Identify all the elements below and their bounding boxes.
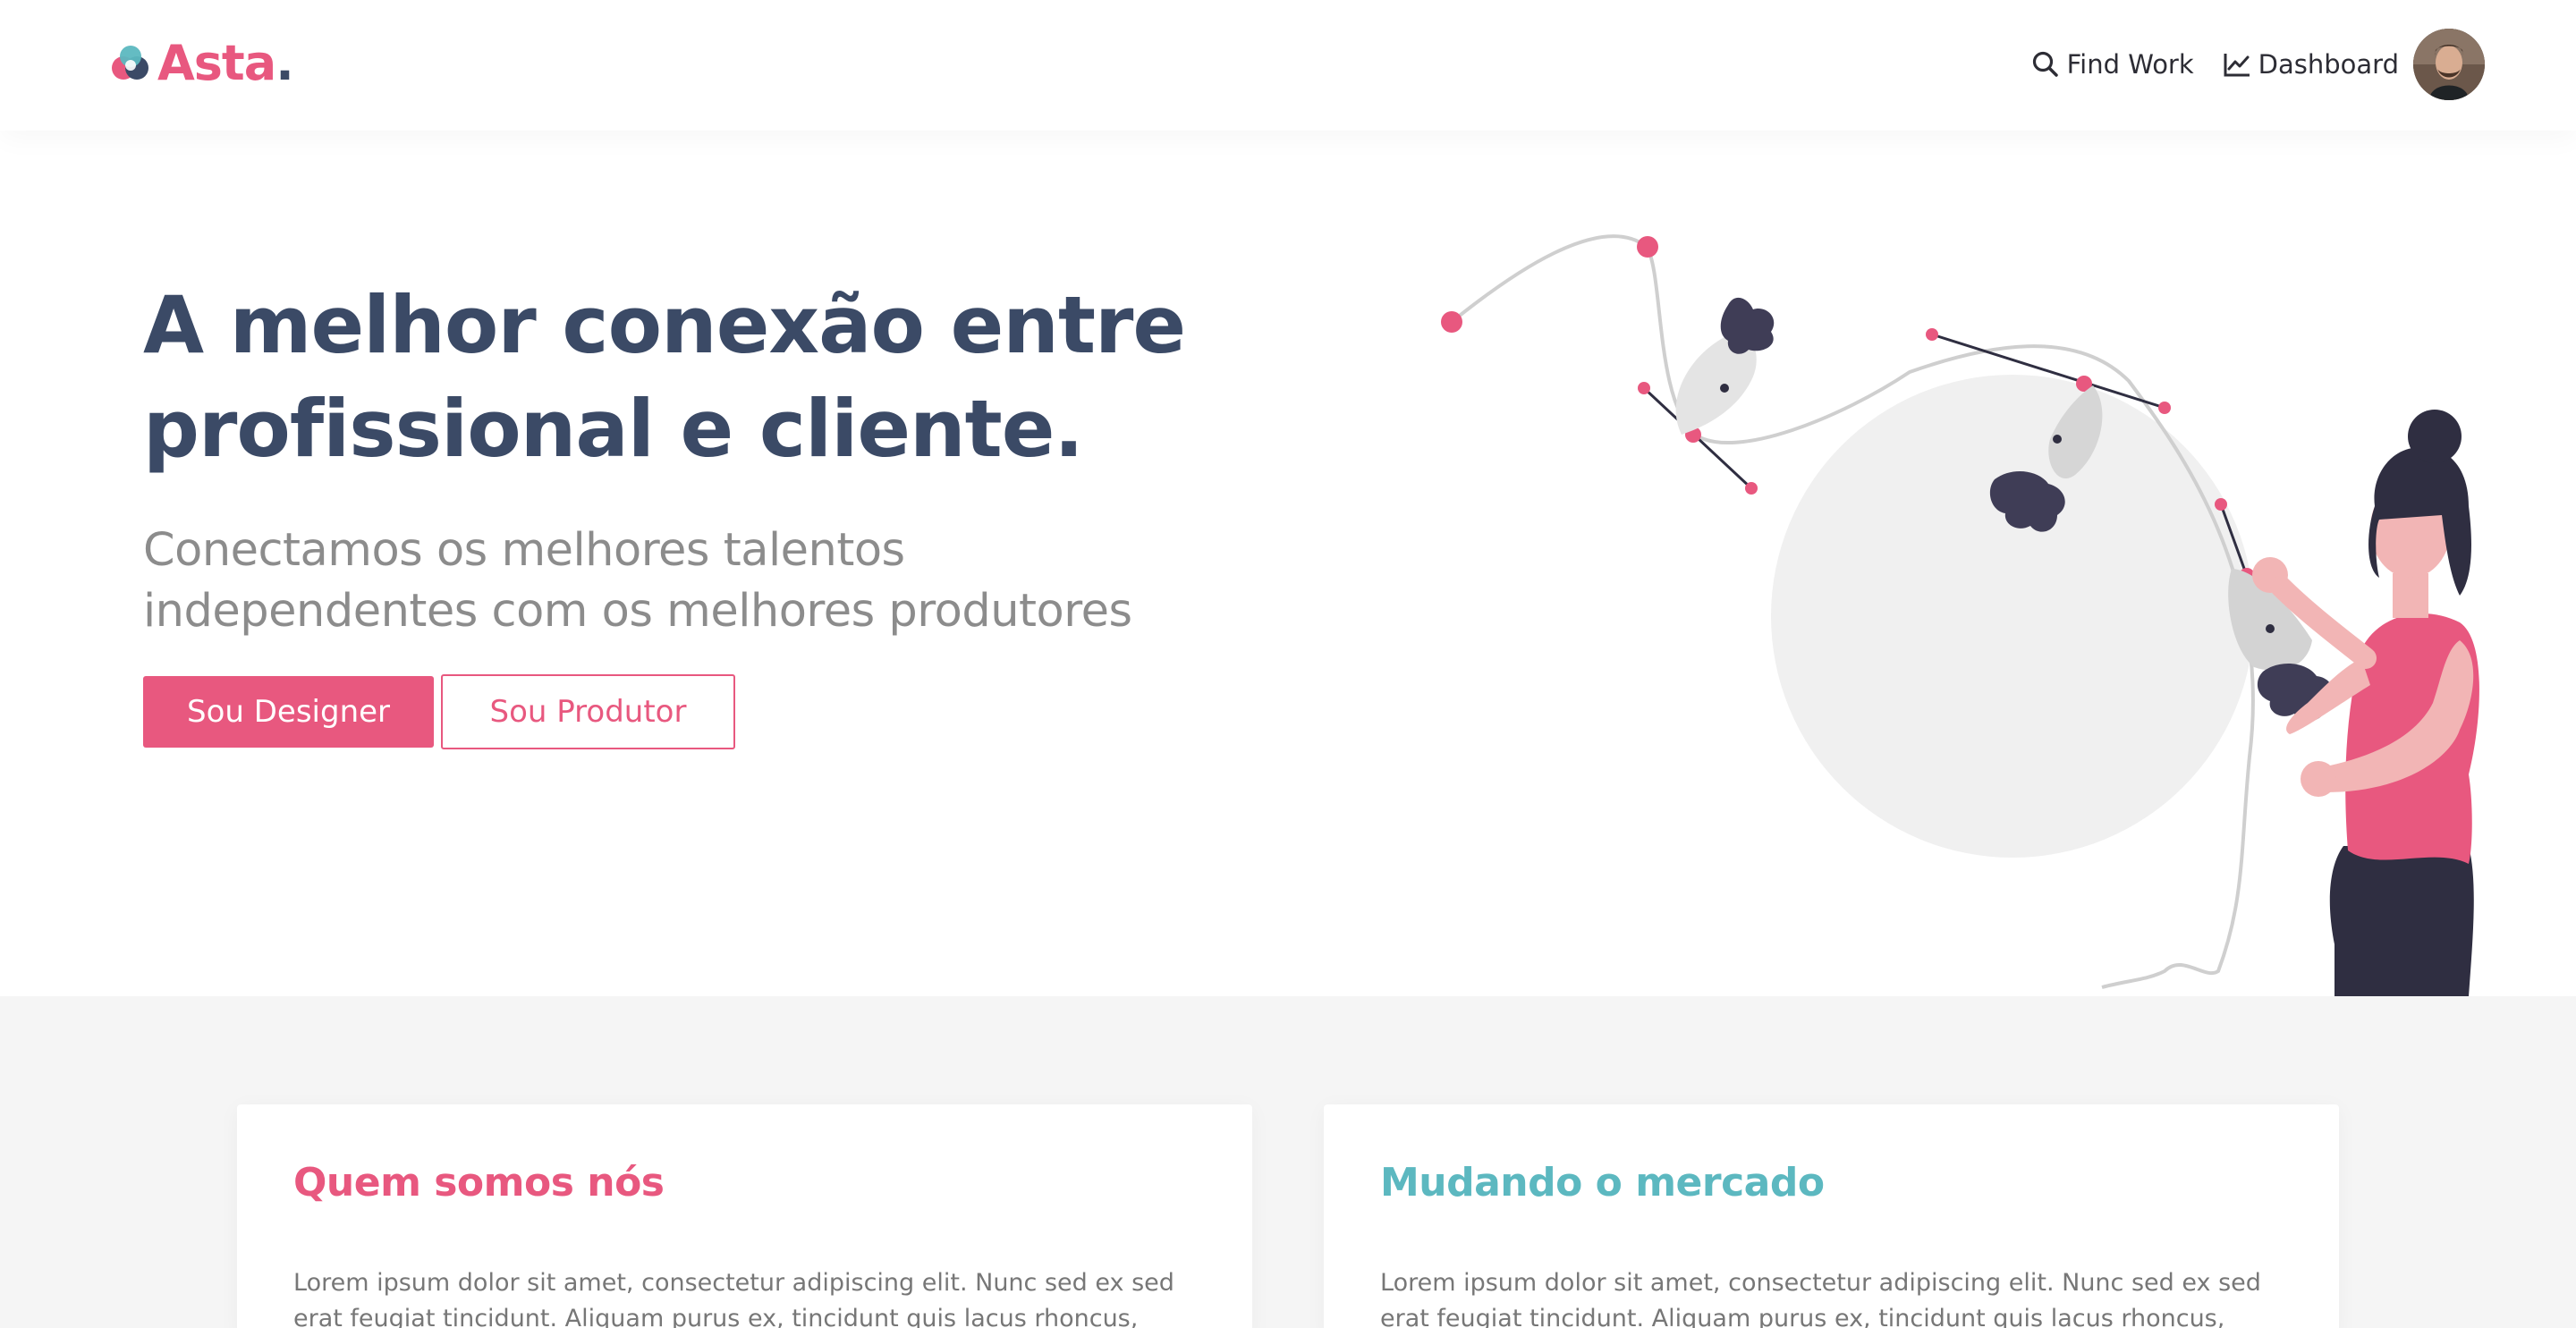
line-chart-icon — [2224, 54, 2250, 77]
brand-dot: . — [275, 35, 294, 91]
handle-point — [2215, 498, 2227, 511]
hero-subtitle-line-2: independentes com os melhores produtores — [143, 585, 1132, 638]
user-avatar[interactable] — [2413, 29, 2485, 100]
hero-subtitle-line-1: Conectamos os melhores talentos — [143, 524, 905, 577]
handle-point — [1926, 328, 1938, 341]
card-title: Mudando o mercado — [1380, 1160, 1825, 1205]
producer-button[interactable]: Sou Produtor — [441, 674, 735, 749]
search-icon — [2032, 51, 2058, 77]
dashboard-label: Dashboard — [2258, 49, 2399, 80]
handle-point — [2158, 402, 2171, 414]
pen-tool-icon — [1675, 297, 1775, 435]
brand-name: Asta — [157, 35, 276, 91]
navbar: Asta. Find Work Dashboard — [0, 0, 2576, 131]
asta-logo-icon — [112, 46, 148, 80]
hero-section: A melhor conexão entre profissional e cl… — [0, 131, 2576, 996]
about-section: Quem somos nós Lorem ipsum dolor sit ame… — [0, 996, 2576, 1328]
hero-title-line-1: A melhor conexão entre — [143, 279, 1186, 371]
hero-title: A melhor conexão entre profissional e cl… — [143, 274, 1216, 481]
background-circle — [1771, 375, 2254, 858]
about-card: Quem somos nós Lorem ipsum dolor sit ame… — [237, 1104, 1252, 1328]
market-card: Mudando o mercado Lorem ipsum dolor sit … — [1324, 1104, 2339, 1328]
find-work-label: Find Work — [2066, 49, 2194, 80]
hero-illustration — [1441, 234, 2479, 996]
nav-links: Find Work Dashboard — [2003, 27, 2485, 102]
anchor-point — [1441, 311, 1462, 333]
handle-point — [1745, 482, 1758, 495]
dashboard-link[interactable]: Dashboard — [2223, 49, 2399, 80]
card-text: Lorem ipsum dolor sit amet, consectetur … — [293, 1269, 1174, 1328]
designer-button[interactable]: Sou Designer — [143, 676, 434, 748]
find-work-link[interactable]: Find Work — [2031, 49, 2194, 80]
avatar-image — [2413, 29, 2485, 100]
anchor-point — [1637, 236, 1658, 258]
card-title: Quem somos nós — [293, 1160, 665, 1205]
brand-logo[interactable]: Asta. — [109, 32, 294, 95]
handle-point — [1638, 382, 1650, 394]
card-text: Lorem ipsum dolor sit amet, consectetur … — [1380, 1269, 2261, 1328]
hero-title-line-2: profissional e cliente. — [143, 383, 1084, 475]
hero-subtitle: Conectamos os melhores talentos independ… — [143, 520, 1216, 642]
